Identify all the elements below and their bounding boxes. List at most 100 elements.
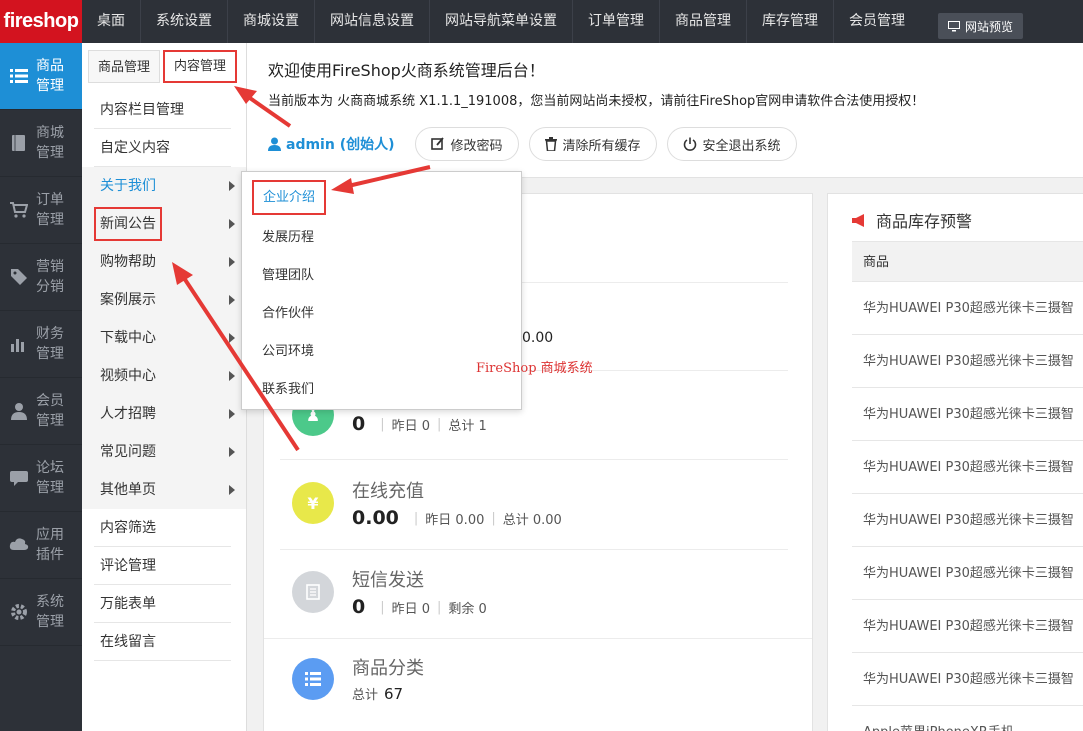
topnav-products[interactable]: 商品管理 xyxy=(659,0,746,43)
sms-title: 短信发送 xyxy=(352,570,424,591)
menu-label: 其他单页 xyxy=(100,482,156,498)
divider xyxy=(264,638,812,639)
flyout-company-intro[interactable]: 企业介绍 xyxy=(252,180,327,215)
caret-right-icon xyxy=(229,447,235,457)
trash-icon xyxy=(544,137,557,151)
topnav-mall-settings[interactable]: 商城设置 xyxy=(227,0,314,43)
clear-cache-button[interactable]: 清除所有缓存 xyxy=(528,127,657,161)
version-notice: 当前版本为 火商商城系统 X1.1.1_191008，您当前网站尚未授权，请前往… xyxy=(268,94,925,109)
sidebar-label: 商品管理 xyxy=(36,58,64,94)
stock-table: 商品 华为HUAWEI P30超感光徕卡三摄智 华为HUAWEI P30超感光徕… xyxy=(852,241,1083,731)
menu-videos[interactable]: 视频中心 xyxy=(94,357,235,395)
sidebar-item-marketing[interactable]: 营销分销 xyxy=(0,244,82,311)
table-row[interactable]: 华为HUAWEI P30超感光徕卡三摄智 xyxy=(852,335,1083,388)
stat-category: 商品分类 总计 67 xyxy=(292,654,424,703)
separator: | xyxy=(437,599,442,615)
partial-value: 0.00 xyxy=(522,330,554,346)
gear-icon xyxy=(8,601,30,623)
watermark-text: FireShop 商城系统 xyxy=(476,361,593,376)
topnav-inventory[interactable]: 库存管理 xyxy=(746,0,833,43)
menu-label: 视频中心 xyxy=(100,368,156,384)
sidebar-item-mall[interactable]: 商城管理 xyxy=(0,110,82,177)
topnav-system-settings[interactable]: 系统设置 xyxy=(140,0,227,43)
topnav-site-info[interactable]: 网站信息设置 xyxy=(314,0,429,43)
site-preview-label: 网站预览 xyxy=(965,19,1014,34)
document-icon xyxy=(292,571,334,613)
admin-name: admin (创始人) xyxy=(286,137,395,153)
flyout-team[interactable]: 管理团队 xyxy=(250,257,521,295)
sidebar-item-system[interactable]: 系统管理 xyxy=(0,579,82,646)
logout-label: 安全退出系统 xyxy=(702,138,781,154)
menu-shopping-help[interactable]: 购物帮助 xyxy=(94,243,235,281)
menu-label: 新闻公告 xyxy=(94,207,162,241)
content-submenu: 商品管理 内容管理 内容栏目管理 自定义内容 关于我们 新闻公告 购物帮助 案例… xyxy=(82,43,247,731)
separator: | xyxy=(437,416,442,432)
sidebar-item-plugins[interactable]: 应用插件 xyxy=(0,512,82,579)
menu-downloads[interactable]: 下载中心 xyxy=(94,319,235,357)
table-row[interactable]: 华为HUAWEI P30超感光徕卡三摄智 xyxy=(852,441,1083,494)
topnav-desktop[interactable]: 桌面 xyxy=(82,0,140,43)
menu-recruitment[interactable]: 人才招聘 xyxy=(94,395,235,433)
logout-button[interactable]: 安全退出系统 xyxy=(666,127,797,161)
user-icon xyxy=(268,137,281,151)
menu-faq[interactable]: 常见问题 xyxy=(94,433,235,471)
site-preview-button[interactable]: 网站预览 xyxy=(938,13,1024,39)
flyout-contact[interactable]: 联系我们 xyxy=(250,371,521,409)
stat-1-total: 总计 1 xyxy=(448,418,487,434)
menu-universal-form[interactable]: 万能表单 xyxy=(94,585,231,623)
menu-comments[interactable]: 评论管理 xyxy=(94,547,231,585)
change-password-button[interactable]: 修改密码 xyxy=(414,127,519,161)
list-icon xyxy=(8,65,30,87)
menu-content-columns[interactable]: 内容栏目管理 xyxy=(94,91,231,129)
power-icon xyxy=(683,137,696,151)
sidebar-label: 财务管理 xyxy=(36,326,64,362)
menu-label: 购物帮助 xyxy=(100,254,156,270)
flyout-partners[interactable]: 合作伙伴 xyxy=(250,295,521,333)
topnav-site-nav-menu[interactable]: 网站导航菜单设置 xyxy=(429,0,572,43)
table-row[interactable]: 华为HUAWEI P30超感光徕卡三摄智 xyxy=(852,600,1083,653)
tag-icon xyxy=(8,266,30,288)
caret-right-icon xyxy=(229,333,235,343)
tab-content-management[interactable]: 内容管理 xyxy=(163,50,238,83)
menu-content-filter[interactable]: 内容筛选 xyxy=(94,509,231,547)
sidebar-item-products[interactable]: 商品管理 xyxy=(0,43,82,110)
menu-label: 常见问题 xyxy=(100,444,156,460)
welcome-title: 欢迎使用FireShop火商系统管理后台！ xyxy=(268,61,545,80)
menu-label: 人才招聘 xyxy=(100,406,156,422)
menu-news[interactable]: 新闻公告 xyxy=(94,205,235,243)
admin-user[interactable]: admin (创始人) xyxy=(268,134,395,154)
table-row[interactable]: 华为HUAWEI P30超感光徕卡三摄智 xyxy=(852,547,1083,600)
book-icon xyxy=(8,132,30,154)
caret-right-icon xyxy=(229,371,235,381)
flyout-history[interactable]: 发展历程 xyxy=(250,219,521,257)
menu-custom-content[interactable]: 自定义内容 xyxy=(94,129,231,167)
table-row[interactable]: 华为HUAWEI P30超感光徕卡三摄智 xyxy=(852,388,1083,441)
recharge-total: 总计 0.00 xyxy=(502,512,562,528)
main-sidebar: 商品管理 商城管理 订单管理 营销分销 财务管理 会员管理 论坛管理 应用插件 … xyxy=(0,43,82,731)
tab-product-management[interactable]: 商品管理 xyxy=(88,50,161,83)
table-row[interactable]: 华为HUAWEI P30超感光徕卡三摄智 xyxy=(852,653,1083,706)
caret-right-icon xyxy=(229,219,235,229)
separator: | xyxy=(413,510,419,526)
sidebar-item-orders[interactable]: 订单管理 xyxy=(0,177,82,244)
sidebar-item-members[interactable]: 会员管理 xyxy=(0,378,82,445)
sidebar-item-finance[interactable]: 财务管理 xyxy=(0,311,82,378)
table-row[interactable]: 华为HUAWEI P30超感光徕卡三摄智 xyxy=(852,282,1083,335)
recharge-yesterday: 昨日 0.00 xyxy=(425,512,485,528)
table-row[interactable]: 华为HUAWEI P30超感光徕卡三摄智 xyxy=(852,494,1083,547)
top-nav: 桌面 系统设置 商城设置 网站信息设置 网站导航菜单设置 订单管理 商品管理 库… xyxy=(82,0,920,43)
fireshop-logo[interactable]: fireshop xyxy=(0,0,82,43)
table-row[interactable]: Apple苹果iPhoneXR手机 xyxy=(852,706,1083,731)
menu-cases[interactable]: 案例展示 xyxy=(94,281,235,319)
sidebar-item-forum[interactable]: 论坛管理 xyxy=(0,445,82,512)
caret-right-icon xyxy=(229,295,235,305)
topnav-members[interactable]: 会员管理 xyxy=(833,0,920,43)
menu-other-pages[interactable]: 其他单页 xyxy=(94,471,235,509)
menu-online-messages[interactable]: 在线留言 xyxy=(94,623,231,661)
stock-title-row: 商品库存预警 xyxy=(852,208,972,232)
menu-about-us[interactable]: 关于我们 xyxy=(94,167,235,205)
caret-right-icon xyxy=(229,485,235,495)
top-navbar: fireshop 桌面 系统设置 商城设置 网站信息设置 网站导航菜单设置 订单… xyxy=(0,0,1083,43)
topnav-orders[interactable]: 订单管理 xyxy=(572,0,659,43)
menu-label: 下载中心 xyxy=(100,330,156,346)
